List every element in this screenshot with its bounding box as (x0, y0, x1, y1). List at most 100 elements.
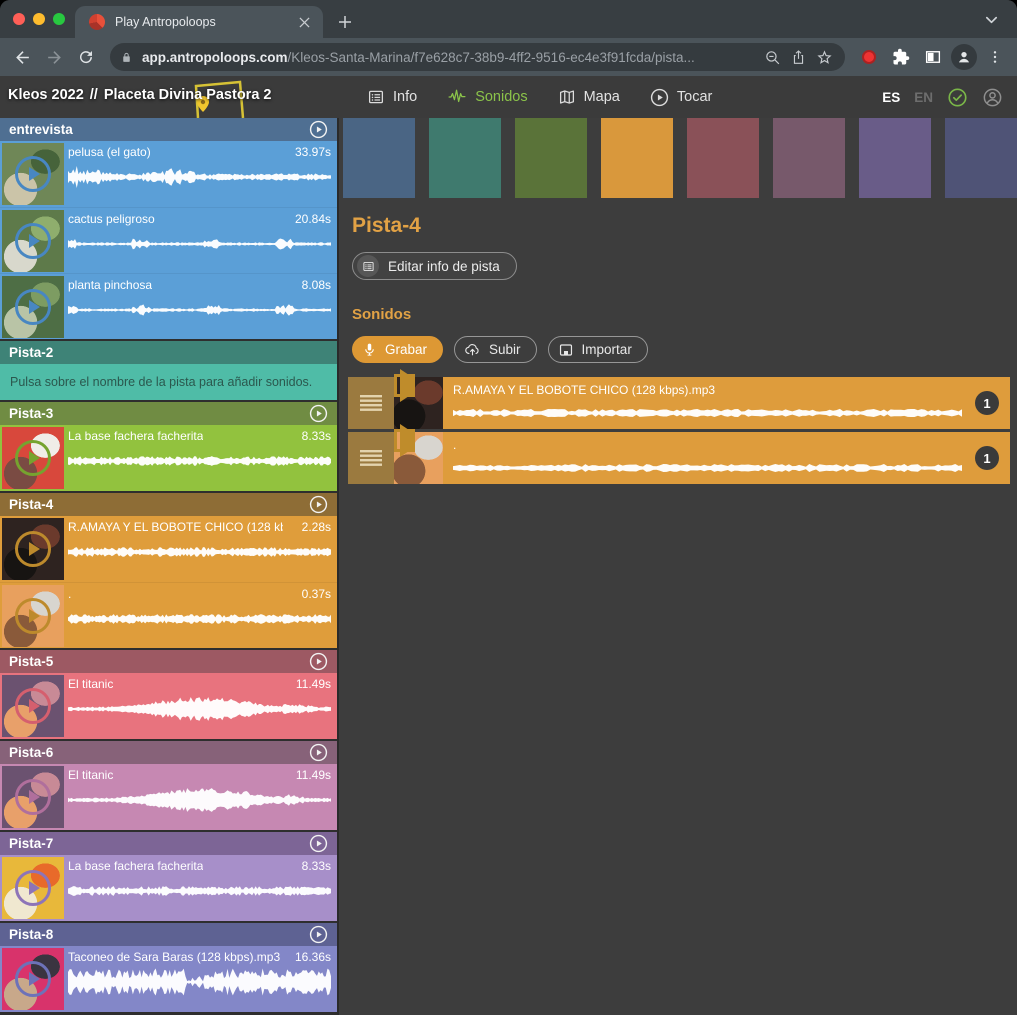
track-header[interactable]: Pista-6 (0, 741, 337, 764)
track-swatch-1[interactable] (343, 118, 415, 198)
track-swatch-7[interactable] (859, 118, 931, 198)
clip-play-overlay-icon[interactable] (15, 870, 51, 906)
side-panel-icon[interactable] (919, 43, 947, 71)
audio-clip[interactable]: .0.37s (0, 582, 337, 648)
clip-play-overlay-icon[interactable] (15, 531, 51, 567)
audio-clip[interactable]: planta pinchosa8.08s (0, 273, 337, 339)
reload-icon[interactable] (72, 43, 100, 71)
clip-waveform[interactable] (68, 229, 331, 259)
audio-clip[interactable]: pelusa (el gato)33.97s (0, 141, 337, 207)
sync-check-icon[interactable] (947, 87, 968, 108)
clip-thumbnail[interactable] (2, 276, 64, 338)
audio-clip[interactable]: R.AMAYA Y EL BOBOTE CHICO (128 kbps)....… (0, 516, 337, 582)
clip-play-overlay-icon[interactable] (15, 156, 51, 192)
track-name[interactable]: Pista-4 (9, 497, 309, 512)
subir-button[interactable]: Subir (454, 336, 537, 363)
track-swatch-6[interactable] (773, 118, 845, 198)
clip-play-overlay-icon[interactable] (394, 429, 415, 452)
sound-waveform[interactable] (453, 403, 962, 423)
nav-item-sonidos[interactable]: Sonidos (447, 88, 527, 106)
url-bar[interactable]: app.antropoloops.com/Kleos-Santa-Marina/… (110, 43, 845, 71)
drag-handle-icon[interactable] (348, 432, 394, 484)
audio-clip[interactable]: El titanic11.49s (0, 673, 337, 739)
lang-en[interactable]: EN (914, 90, 933, 105)
audio-clip[interactable]: La base fachera facherita8.33s (0, 855, 337, 921)
clip-waveform[interactable] (68, 162, 331, 192)
minimize-window-icon[interactable] (33, 13, 45, 25)
track-header[interactable]: Pista-8 (0, 923, 337, 946)
nav-item-tocar[interactable]: Tocar (650, 88, 712, 107)
zoom-out-icon[interactable] (759, 44, 785, 70)
track-play-all-icon[interactable] (309, 834, 328, 853)
tab-close-icon[interactable] (295, 13, 313, 31)
track-header[interactable]: Pista-5 (0, 650, 337, 673)
audio-clip[interactable]: Taconeo de Sara Baras (128 kbps).mp316.3… (0, 946, 337, 1012)
edit-track-info-button[interactable]: Editar info de pista (352, 252, 517, 280)
grabar-button[interactable]: Grabar (352, 336, 443, 363)
clip-waveform[interactable] (68, 604, 331, 634)
clip-play-overlay-icon[interactable] (15, 289, 51, 325)
track-play-all-icon[interactable] (309, 652, 328, 671)
clip-play-overlay-icon[interactable] (15, 961, 51, 997)
track-name[interactable]: Pista-3 (9, 406, 309, 421)
account-icon[interactable] (982, 87, 1003, 108)
track-name[interactable]: Pista-8 (9, 927, 309, 942)
profile-avatar[interactable] (951, 44, 977, 70)
drag-handle-icon[interactable] (348, 377, 394, 429)
new-tab-icon[interactable] (331, 8, 359, 36)
browser-tab[interactable]: Play Antropoloops (75, 6, 323, 38)
project-map-banner[interactable]: Kleos 2022//Placeta Divina Pastora 2 (0, 76, 345, 118)
track-swatch-5[interactable] (687, 118, 759, 198)
audio-clip[interactable]: La base fachera facherita8.33s (0, 425, 337, 491)
track-name[interactable]: Pista-7 (9, 836, 309, 851)
track-swatch-3[interactable] (515, 118, 587, 198)
tab-overflow-chevron-icon[interactable] (984, 12, 999, 27)
sound-row[interactable]: R.AMAYA Y EL BOBOTE CHICO (128 kbps).mp3… (348, 377, 1010, 429)
clip-waveform[interactable] (68, 537, 331, 567)
track-header[interactable]: Pista-4 (0, 493, 337, 516)
track-name[interactable]: Pista-2 (9, 345, 328, 360)
clip-waveform[interactable] (68, 446, 331, 476)
track-header[interactable]: entrevista (0, 118, 337, 141)
lock-icon[interactable] (120, 51, 133, 64)
track-play-all-icon[interactable] (309, 120, 328, 139)
audio-clip[interactable]: cactus peligroso20.84s (0, 207, 337, 273)
back-icon[interactable] (8, 43, 36, 71)
track-name[interactable]: entrevista (9, 122, 309, 137)
clip-thumbnail[interactable] (2, 143, 64, 205)
bookmark-star-icon[interactable] (811, 44, 837, 70)
nav-item-info[interactable]: Info (367, 88, 417, 106)
track-play-all-icon[interactable] (309, 925, 328, 944)
clip-play-overlay-icon[interactable] (15, 223, 51, 259)
clip-play-overlay-icon[interactable] (15, 598, 51, 634)
clip-thumbnail[interactable] (2, 427, 64, 489)
clip-thumbnail[interactable] (2, 948, 64, 1010)
sound-waveform[interactable] (453, 458, 962, 478)
clip-waveform[interactable] (68, 295, 331, 325)
maximize-window-icon[interactable] (53, 13, 65, 25)
clip-thumbnail[interactable] (2, 210, 64, 272)
importar-button[interactable]: Importar (548, 336, 648, 363)
clip-waveform[interactable] (68, 694, 331, 724)
forward-icon[interactable] (40, 43, 68, 71)
clip-thumbnail[interactable] (2, 585, 64, 647)
sound-thumbnail[interactable] (394, 377, 443, 429)
clip-thumbnail[interactable] (2, 518, 64, 580)
menu-kebab-icon[interactable] (981, 43, 1009, 71)
audio-clip[interactable]: El titanic11.49s (0, 764, 337, 830)
track-header[interactable]: Pista-3 (0, 402, 337, 425)
sound-row[interactable]: .1 (348, 432, 1010, 484)
close-window-icon[interactable] (13, 13, 25, 25)
clip-play-overlay-icon[interactable] (15, 440, 51, 476)
sound-thumbnail[interactable] (394, 432, 443, 484)
track-name[interactable]: Pista-5 (9, 654, 309, 669)
clip-waveform[interactable] (68, 967, 331, 997)
clip-thumbnail[interactable] (2, 675, 64, 737)
nav-item-mapa[interactable]: Mapa (558, 88, 620, 106)
clip-thumbnail[interactable] (2, 766, 64, 828)
clip-play-overlay-icon[interactable] (15, 688, 51, 724)
lang-es[interactable]: ES (882, 90, 900, 105)
track-header[interactable]: Pista-7 (0, 832, 337, 855)
track-name[interactable]: Pista-6 (9, 745, 309, 760)
track-play-all-icon[interactable] (309, 404, 328, 423)
